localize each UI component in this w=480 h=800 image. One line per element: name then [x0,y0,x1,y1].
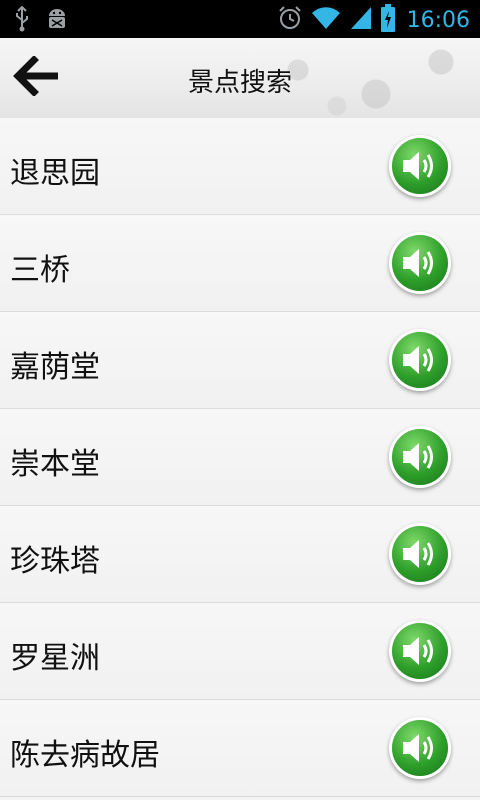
wifi-icon [311,5,341,35]
alarm-icon [277,5,303,35]
list-item[interactable]: 三桥 [0,215,480,312]
list-item[interactable]: 陈去病故居 [0,700,480,797]
list-item[interactable]: 珍珠塔 [0,506,480,603]
list-item[interactable]: 罗星洲 [0,603,480,700]
status-bar: 16:06 [0,0,480,38]
battery-charging-icon [380,4,395,36]
speaker-button[interactable] [392,138,448,194]
list-item-label: 嘉荫堂 [10,350,100,385]
speaker-button[interactable] [392,526,448,582]
list-item[interactable]: 退思园 [0,118,480,215]
list-item-label: 珍珠塔 [10,544,100,579]
list-item-label: 退思园 [10,156,100,191]
header-bar: 景点搜索 [0,38,480,118]
list-item-label: 三桥 [10,253,70,288]
speaker-button[interactable] [392,235,448,291]
usb-icon [14,5,30,36]
android-debug-icon [44,6,70,36]
signal-icon [349,5,373,35]
speaker-button[interactable] [392,623,448,679]
list-item-label: 陈去病故居 [10,738,160,773]
list-item[interactable]: 嘉荫堂 [0,312,480,409]
list-item-label: 崇本堂 [10,447,100,482]
status-time: 16:06 [406,7,470,33]
list-item-label: 罗星洲 [10,641,100,676]
page-title: 景点搜索 [187,68,292,98]
speaker-button[interactable] [392,429,448,485]
speaker-button[interactable] [392,720,448,776]
list-item[interactable]: 崇本堂 [0,409,480,506]
scenic-spot-list: 退思园 三桥 嘉荫堂 崇本堂 珍珠塔 罗星洲 陈去病故居 [0,118,480,797]
speaker-button[interactable] [392,332,448,388]
